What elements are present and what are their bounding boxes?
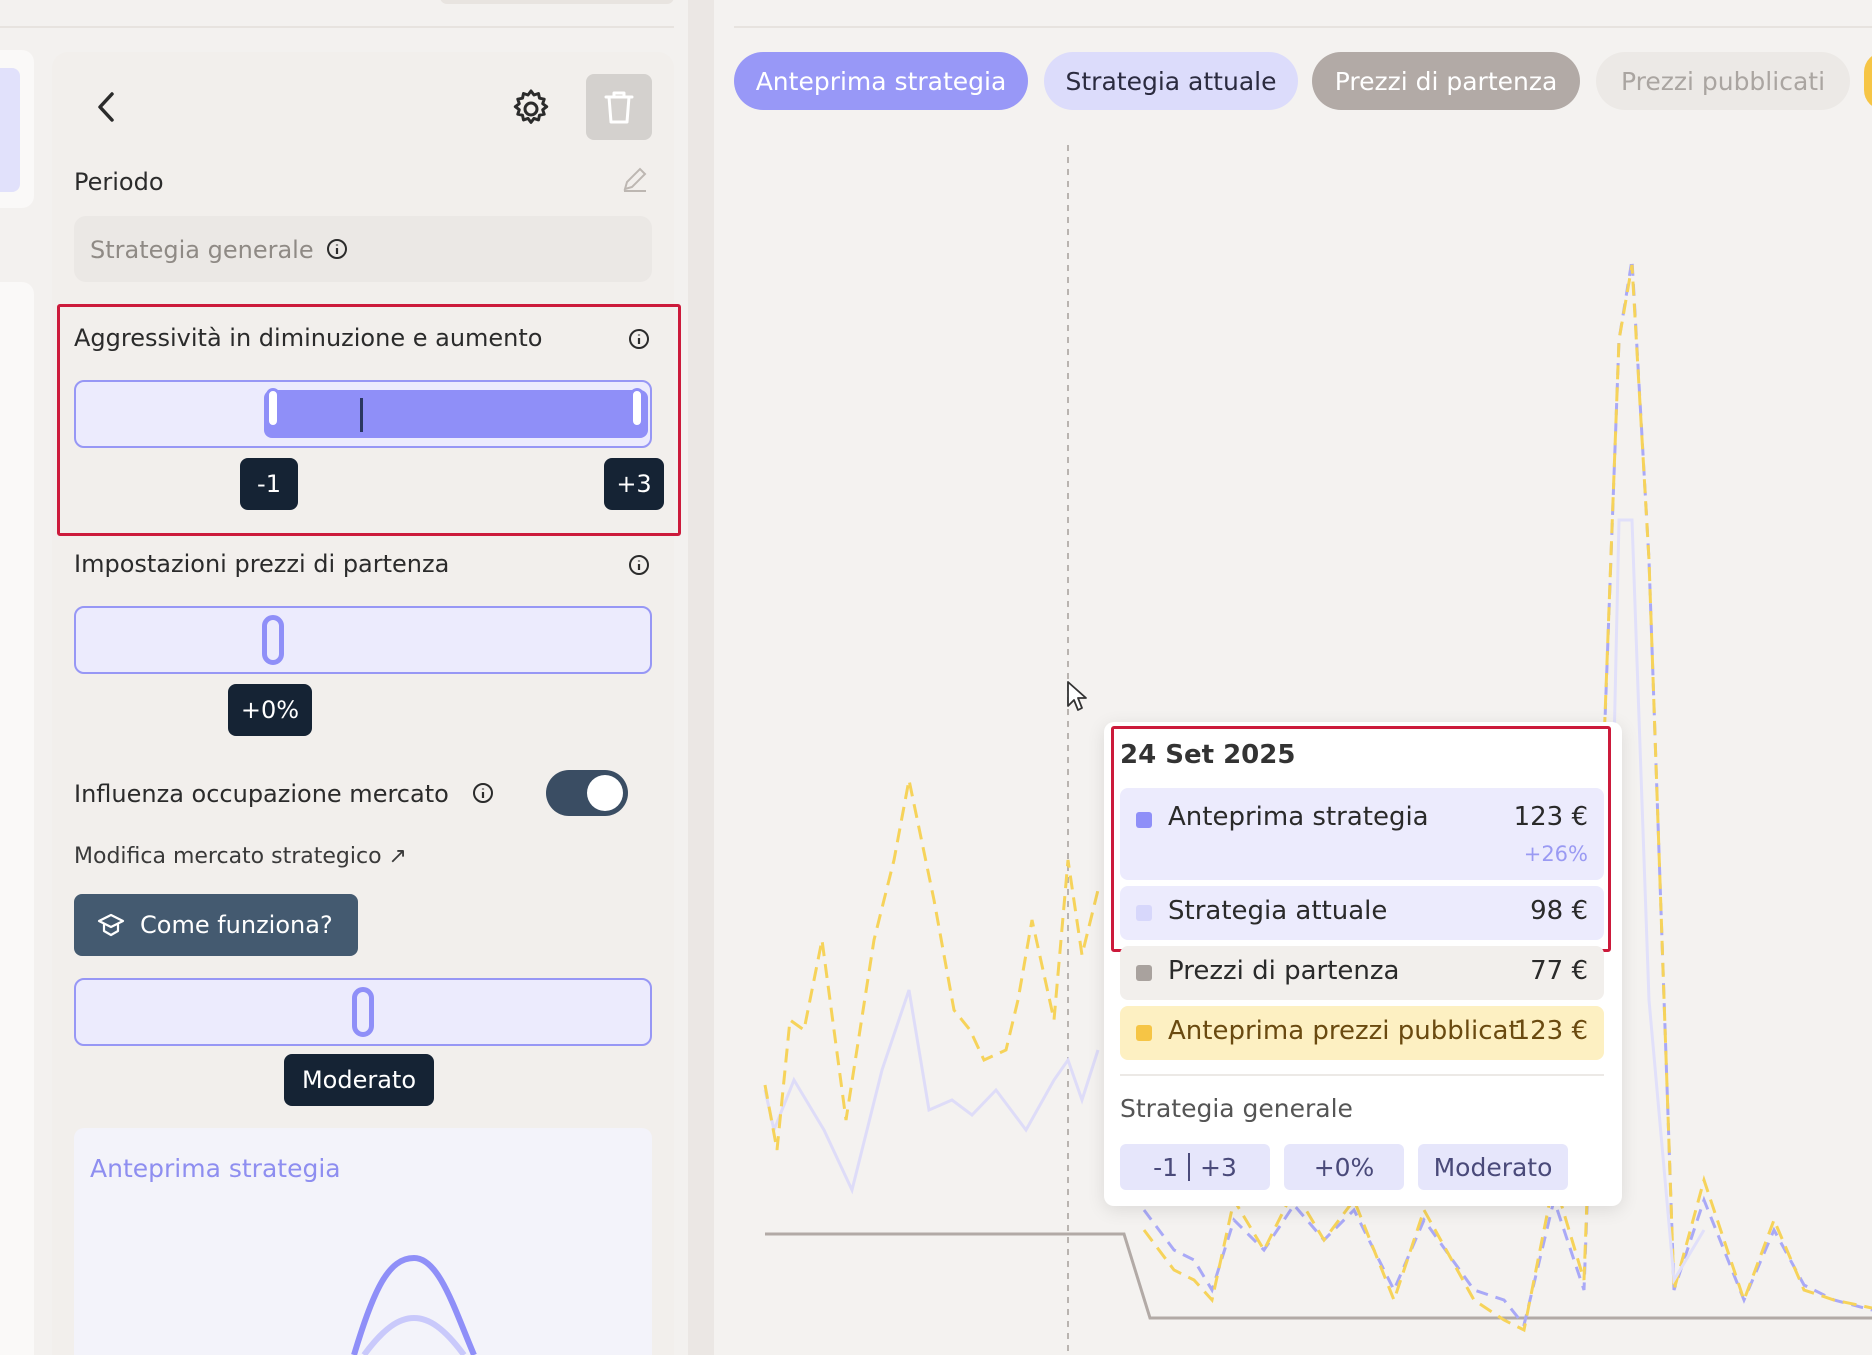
chevron-left-icon bbox=[98, 92, 114, 122]
tooltip-chip-base: +0% bbox=[1284, 1144, 1404, 1190]
info-icon[interactable] bbox=[628, 554, 650, 576]
series-base-prices bbox=[765, 1232, 1872, 1320]
period-label: Periodo bbox=[74, 168, 164, 196]
aggr-max-value: +3 bbox=[604, 458, 664, 510]
mouse-pointer-icon bbox=[1067, 681, 1087, 711]
strategy-preview-card: Anteprima strategia bbox=[74, 1128, 652, 1355]
zero-marker bbox=[360, 398, 363, 432]
delete-button[interactable] bbox=[586, 74, 652, 140]
market-level-slider[interactable] bbox=[74, 978, 652, 1046]
panel-divider[interactable] bbox=[688, 0, 714, 1355]
base-price-label: Impostazioni prezzi di partenza bbox=[74, 550, 450, 578]
market-influence-toggle[interactable] bbox=[546, 770, 628, 816]
tooltip-divider bbox=[1120, 1074, 1604, 1076]
gear-icon bbox=[513, 89, 549, 124]
settings-button[interactable] bbox=[508, 86, 554, 132]
tooltip-row-name: Anteprima prezzi pubblicati bbox=[1168, 1016, 1526, 1046]
chip-max: +3 bbox=[1200, 1152, 1237, 1182]
aggressiveness-range-slider[interactable] bbox=[74, 380, 652, 448]
back-button[interactable] bbox=[88, 88, 126, 126]
aggr-min-value: -1 bbox=[240, 458, 298, 510]
tooltip-strategy-name: Strategia generale bbox=[1120, 1094, 1353, 1123]
base-price-slider[interactable] bbox=[74, 606, 652, 674]
trash-icon bbox=[604, 91, 634, 124]
strategy-select-value: Strategia generale bbox=[90, 236, 314, 264]
chip-separator bbox=[1188, 1153, 1191, 1181]
how-it-works-label: Come funziona? bbox=[140, 911, 333, 939]
range-fill bbox=[264, 390, 648, 438]
graduation-cap-icon bbox=[97, 913, 125, 937]
slider-handle[interactable] bbox=[352, 987, 374, 1037]
series-published-preview bbox=[763, 779, 1100, 1151]
info-icon[interactable] bbox=[326, 238, 348, 260]
market-influence-label: Influenza occupazione mercato bbox=[74, 780, 449, 808]
info-icon[interactable] bbox=[472, 782, 494, 804]
info-icon[interactable] bbox=[628, 328, 650, 350]
range-handle-max[interactable] bbox=[630, 388, 644, 428]
divider bbox=[0, 26, 674, 28]
market-level-value: Moderato bbox=[284, 1054, 434, 1106]
aggressiveness-label: Aggressività in diminuzione e aumento bbox=[74, 324, 543, 352]
tooltip-row-base: Prezzi di partenza 77 € bbox=[1120, 946, 1604, 1000]
sidebar-card bbox=[0, 282, 34, 1355]
tooltip-row-value: 123 € bbox=[1513, 1016, 1588, 1046]
preview-curve bbox=[351, 1254, 477, 1355]
pencil-icon bbox=[623, 167, 647, 192]
slider-handle[interactable] bbox=[262, 615, 284, 665]
edit-period-button[interactable] bbox=[620, 164, 650, 194]
tooltip-row-value: 77 € bbox=[1530, 956, 1588, 986]
sidebar-active-indicator[interactable] bbox=[0, 68, 20, 192]
series-swatch bbox=[1136, 965, 1152, 981]
chip-min: -1 bbox=[1153, 1152, 1179, 1182]
tooltip-row-published: Anteprima prezzi pubblicati 123 € bbox=[1120, 1006, 1604, 1060]
strategy-select[interactable]: Strategia generale bbox=[74, 216, 652, 282]
how-it-works-button[interactable]: Come funziona? bbox=[74, 894, 358, 956]
edit-market-link[interactable]: Modifica mercato strategico ↗ bbox=[74, 844, 407, 869]
left-sidebar-strip bbox=[0, 0, 38, 1355]
base-price-value: +0% bbox=[228, 684, 312, 736]
series-current-strategy bbox=[763, 989, 1100, 1195]
tooltip-chip-aggressiveness: -1 +3 bbox=[1120, 1144, 1270, 1190]
series-swatch bbox=[1136, 1025, 1152, 1041]
highlight-frame bbox=[1111, 726, 1611, 952]
top-tab[interactable] bbox=[440, 0, 674, 4]
tooltip-chip-market: Moderato bbox=[1418, 1144, 1568, 1190]
tooltip-row-name: Prezzi di partenza bbox=[1168, 956, 1400, 986]
range-handle-min[interactable] bbox=[266, 388, 280, 428]
